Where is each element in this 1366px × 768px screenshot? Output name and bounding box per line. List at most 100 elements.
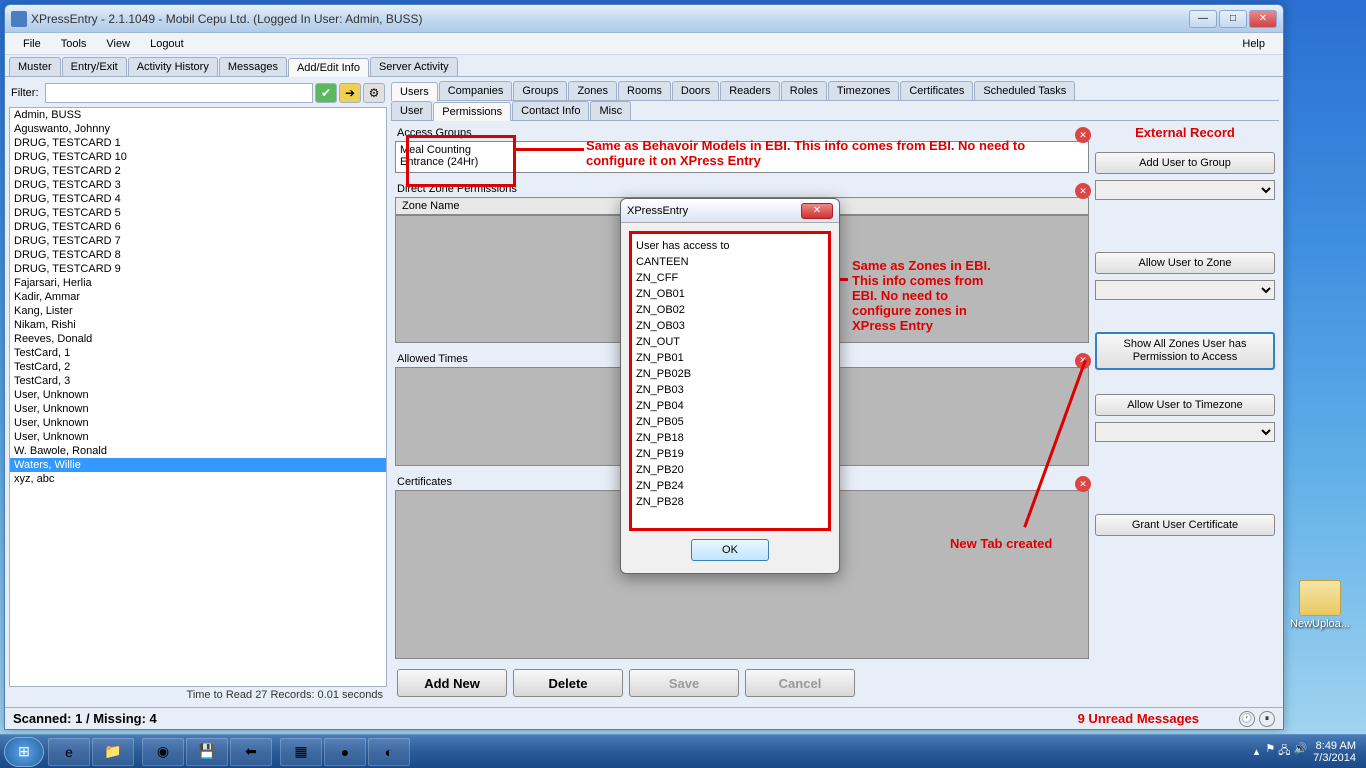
start-button[interactable]: ⊞: [4, 737, 44, 767]
entity-tab-certificates[interactable]: Certificates: [900, 81, 973, 100]
taskbar-app2-icon[interactable]: ●: [324, 738, 366, 766]
menu-view[interactable]: View: [96, 36, 140, 52]
main-tab-activity-history[interactable]: Activity History: [128, 57, 218, 76]
taskbar-app1-icon[interactable]: ▦: [280, 738, 322, 766]
user-list-item[interactable]: User, Unknown: [10, 388, 386, 402]
user-list-item[interactable]: DRUG, TESTCARD 4: [10, 192, 386, 206]
user-list-item[interactable]: Admin, BUSS: [10, 108, 386, 122]
minimize-button[interactable]: —: [1189, 10, 1217, 28]
allow-user-to-timezone-button[interactable]: Allow User to Timezone: [1095, 394, 1275, 416]
taskbar-ie-icon[interactable]: e: [48, 738, 90, 766]
entity-tab-rooms[interactable]: Rooms: [618, 81, 671, 100]
user-list[interactable]: Admin, BUSSAguswanto, JohnnyDRUG, TESTCA…: [9, 107, 387, 687]
user-list-item[interactable]: TestCard, 3: [10, 374, 386, 388]
user-list-item[interactable]: Reeves, Donald: [10, 332, 386, 346]
user-list-item[interactable]: DRUG, TESTCARD 8: [10, 248, 386, 262]
close-button[interactable]: ✕: [1249, 10, 1277, 28]
taskbar-exit-icon[interactable]: ⬅: [230, 738, 272, 766]
user-list-item[interactable]: xyz, abc: [10, 472, 386, 486]
main-tab-add-edit-info[interactable]: Add/Edit Info: [288, 58, 369, 77]
save-button[interactable]: Save: [629, 669, 739, 697]
user-list-item[interactable]: DRUG, TESTCARD 9: [10, 262, 386, 276]
add-new-button[interactable]: Add New: [397, 669, 507, 697]
grant-user-certificate-button[interactable]: Grant User Certificate: [1095, 514, 1275, 536]
user-list-item[interactable]: DRUG, TESTCARD 7: [10, 234, 386, 248]
user-list-item[interactable]: Kadir, Ammar: [10, 290, 386, 304]
delete-time-icon[interactable]: ✕: [1075, 353, 1091, 369]
user-list-item[interactable]: Aguswanto, Johnny: [10, 122, 386, 136]
user-list-item[interactable]: DRUG, TESTCARD 6: [10, 220, 386, 234]
entity-tab-companies[interactable]: Companies: [439, 81, 513, 100]
apply-filter-icon[interactable]: ✔: [315, 83, 337, 103]
user-list-item[interactable]: DRUG, TESTCARD 5: [10, 206, 386, 220]
unread-messages[interactable]: 9 Unread Messages: [1078, 711, 1199, 726]
taskbar-save-icon[interactable]: 💾: [186, 738, 228, 766]
pause-status-icon[interactable]: ⏸: [1259, 711, 1275, 727]
settings-icon[interactable]: ⚙: [363, 83, 385, 103]
tray-flag-icon[interactable]: ⚑: [1265, 742, 1275, 761]
main-tabs: MusterEntry/ExitActivity HistoryMessages…: [5, 55, 1283, 77]
taskbar-chrome-icon[interactable]: ◉: [142, 738, 184, 766]
group-select[interactable]: [1095, 180, 1275, 200]
user-list-item[interactable]: DRUG, TESTCARD 2: [10, 164, 386, 178]
main-tab-server-activity[interactable]: Server Activity: [370, 57, 458, 76]
maximize-button[interactable]: □: [1219, 10, 1247, 28]
show-all-zones-button[interactable]: Show All Zones User has Permission to Ac…: [1095, 332, 1275, 370]
access-group-item[interactable]: Entrance (24Hr): [400, 156, 1084, 168]
zone-select[interactable]: [1095, 280, 1275, 300]
add-user-to-group-button[interactable]: Add User to Group: [1095, 152, 1275, 174]
user-list-item[interactable]: Nikam, Rishi: [10, 318, 386, 332]
entity-tab-readers[interactable]: Readers: [720, 81, 780, 100]
main-tab-messages[interactable]: Messages: [219, 57, 287, 76]
main-tab-entry-exit[interactable]: Entry/Exit: [62, 57, 127, 76]
user-list-item[interactable]: User, Unknown: [10, 402, 386, 416]
user-list-item[interactable]: W. Bawole, Ronald: [10, 444, 386, 458]
menu-tools[interactable]: Tools: [51, 36, 97, 52]
dialog-close-icon[interactable]: ✕: [801, 203, 833, 219]
user-list-item[interactable]: User, Unknown: [10, 430, 386, 444]
delete-zone-icon[interactable]: ✕: [1075, 183, 1091, 199]
entity-tab-groups[interactable]: Groups: [513, 81, 567, 100]
entity-tab-timezones[interactable]: Timezones: [828, 81, 899, 100]
desktop-icon-label: NewUploa...: [1290, 618, 1350, 630]
user-list-item[interactable]: User, Unknown: [10, 416, 386, 430]
entity-tab-users[interactable]: Users: [391, 82, 438, 101]
user-list-item[interactable]: DRUG, TESTCARD 3: [10, 178, 386, 192]
entity-tab-scheduled-tasks[interactable]: Scheduled Tasks: [974, 81, 1075, 100]
menu-help[interactable]: Help: [1232, 36, 1275, 52]
tray-expand-icon[interactable]: ▴: [1254, 745, 1260, 758]
entity-tab-roles[interactable]: Roles: [781, 81, 827, 100]
taskbar-explorer-icon[interactable]: 📁: [92, 738, 134, 766]
user-list-item[interactable]: DRUG, TESTCARD 10: [10, 150, 386, 164]
dialog-ok-button[interactable]: OK: [691, 539, 769, 561]
timezone-select[interactable]: [1095, 422, 1275, 442]
tray-volume-icon[interactable]: 🔊: [1293, 742, 1307, 761]
filter-input[interactable]: [45, 83, 314, 103]
user-list-item[interactable]: Fajarsari, Herlia: [10, 276, 386, 290]
system-clock[interactable]: 8:49 AM 7/3/2014: [1313, 740, 1356, 764]
taskbar-joinme-icon[interactable]: ◐: [368, 738, 410, 766]
menu-logout[interactable]: Logout: [140, 36, 194, 52]
tray-network-icon[interactable]: 🖧: [1278, 742, 1290, 761]
next-icon[interactable]: ➔: [339, 83, 361, 103]
main-tab-muster[interactable]: Muster: [9, 57, 61, 76]
sub-tab-user[interactable]: User: [391, 101, 432, 120]
entity-tab-zones[interactable]: Zones: [568, 81, 617, 100]
user-list-item[interactable]: DRUG, TESTCARD 1: [10, 136, 386, 150]
delete-access-group-icon[interactable]: ✕: [1075, 127, 1091, 143]
user-list-item[interactable]: TestCard, 1: [10, 346, 386, 360]
sub-tab-contact-info[interactable]: Contact Info: [512, 101, 589, 120]
user-list-item[interactable]: TestCard, 2: [10, 360, 386, 374]
allow-user-to-zone-button[interactable]: Allow User to Zone: [1095, 252, 1275, 274]
cancel-button[interactable]: Cancel: [745, 669, 855, 697]
delete-button[interactable]: Delete: [513, 669, 623, 697]
menu-file[interactable]: File: [13, 36, 51, 52]
user-list-item[interactable]: Kang, Lister: [10, 304, 386, 318]
clock-status-icon[interactable]: 🕐: [1239, 711, 1255, 727]
access-group-item[interactable]: Meal Counting: [400, 144, 1084, 156]
user-list-item[interactable]: Waters, Willie: [10, 458, 386, 472]
entity-tab-doors[interactable]: Doors: [672, 81, 719, 100]
desktop-folder[interactable]: NewUploa...: [1290, 580, 1350, 630]
sub-tab-permissions[interactable]: Permissions: [433, 102, 511, 121]
sub-tab-misc[interactable]: Misc: [590, 101, 631, 120]
